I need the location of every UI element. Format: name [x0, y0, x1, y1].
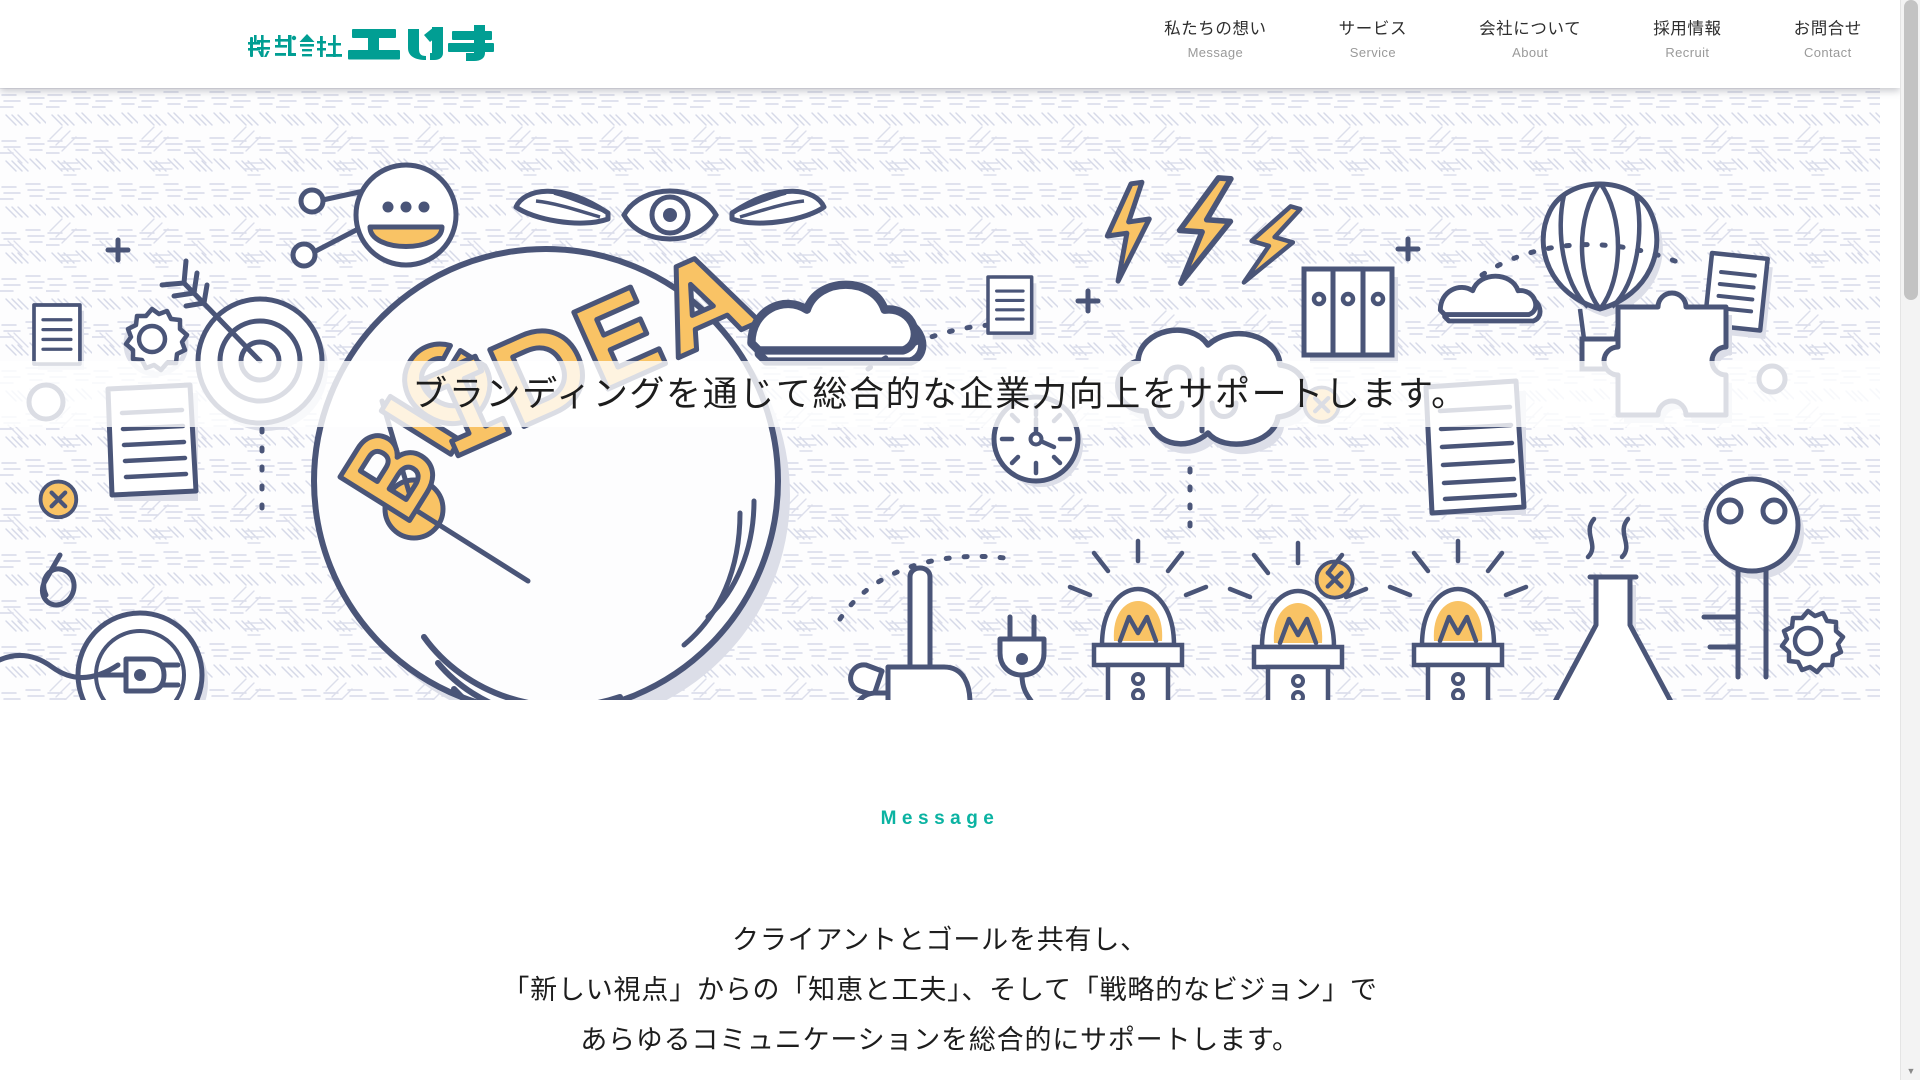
nav-label-ja: お問合せ: [1793, 20, 1862, 38]
elmo-logo-graphic: [248, 25, 494, 61]
scrollbar-thumb[interactable]: [1904, 0, 1918, 300]
nav-label-ja: 採用情報: [1653, 20, 1722, 38]
site-header: 私たちの想い Message サービス Service 会社について About…: [0, 0, 1900, 88]
nav-label-ja: 会社について: [1479, 20, 1582, 38]
message-body: クライアントとゴールを共有し、 「新しい視点」からの「知恵と工夫」、そして「戦略…: [502, 915, 1377, 1065]
page-root: 私たちの想い Message サービス Service 会社について About…: [0, 0, 1920, 1080]
nav-label-en: Contact: [1803, 45, 1852, 60]
nav-item-recruit[interactable]: 採用情報 Recruit: [1649, 18, 1725, 62]
main-navigation: 私たちの想い Message サービス Service 会社について About…: [1160, 18, 1866, 62]
elmo-logo[interactable]: [248, 23, 494, 63]
scrollbar-down-arrow[interactable]: ▼: [1901, 1062, 1920, 1080]
hero-banner: ブランディングを通じて総合的な企業力向上をサポートします。: [0, 88, 1880, 700]
nav-item-contact[interactable]: お問合せ Contact: [1790, 18, 1866, 62]
nav-label-en: Message: [1187, 45, 1244, 60]
message-line-1: クライアントとゴールを共有し、: [732, 925, 1148, 955]
header-inner: 私たちの想い Message サービス Service 会社について About…: [0, 0, 1900, 88]
hero-caption-text: ブランディングを通じて総合的な企業力向上をサポートします。: [412, 374, 1468, 414]
section-eyebrow-message: Message: [880, 808, 1000, 829]
message-section: Message クライアントとゴールを共有し、 「新しい視点」からの「知恵と工夫…: [0, 700, 1880, 1065]
nav-label-en: Service: [1349, 45, 1396, 60]
hero-caption-band: ブランディングを通じて総合的な企業力向上をサポートします。: [0, 361, 1880, 427]
nav-item-service[interactable]: サービス Service: [1335, 18, 1411, 62]
nav-item-message[interactable]: 私たちの想い Message: [1160, 18, 1271, 62]
nav-label-en: About: [1512, 45, 1549, 60]
big-idea-lightbulb: [311, 246, 790, 700]
nav-label-en: Recruit: [1665, 45, 1710, 60]
message-line-3: あらゆるコミュニケーションを総合的にサポートします。: [580, 1025, 1300, 1055]
message-line-2: 「新しい視点」からの「知恵と工夫」、そして「戦略的なビジョン」で: [502, 975, 1378, 1005]
nav-item-about[interactable]: 会社について About: [1475, 18, 1585, 62]
nav-label-ja: 私たちの想い: [1164, 20, 1267, 38]
nav-label-ja: サービス: [1338, 20, 1408, 38]
page-scrollbar[interactable]: ▲ ▼: [1900, 0, 1920, 1080]
